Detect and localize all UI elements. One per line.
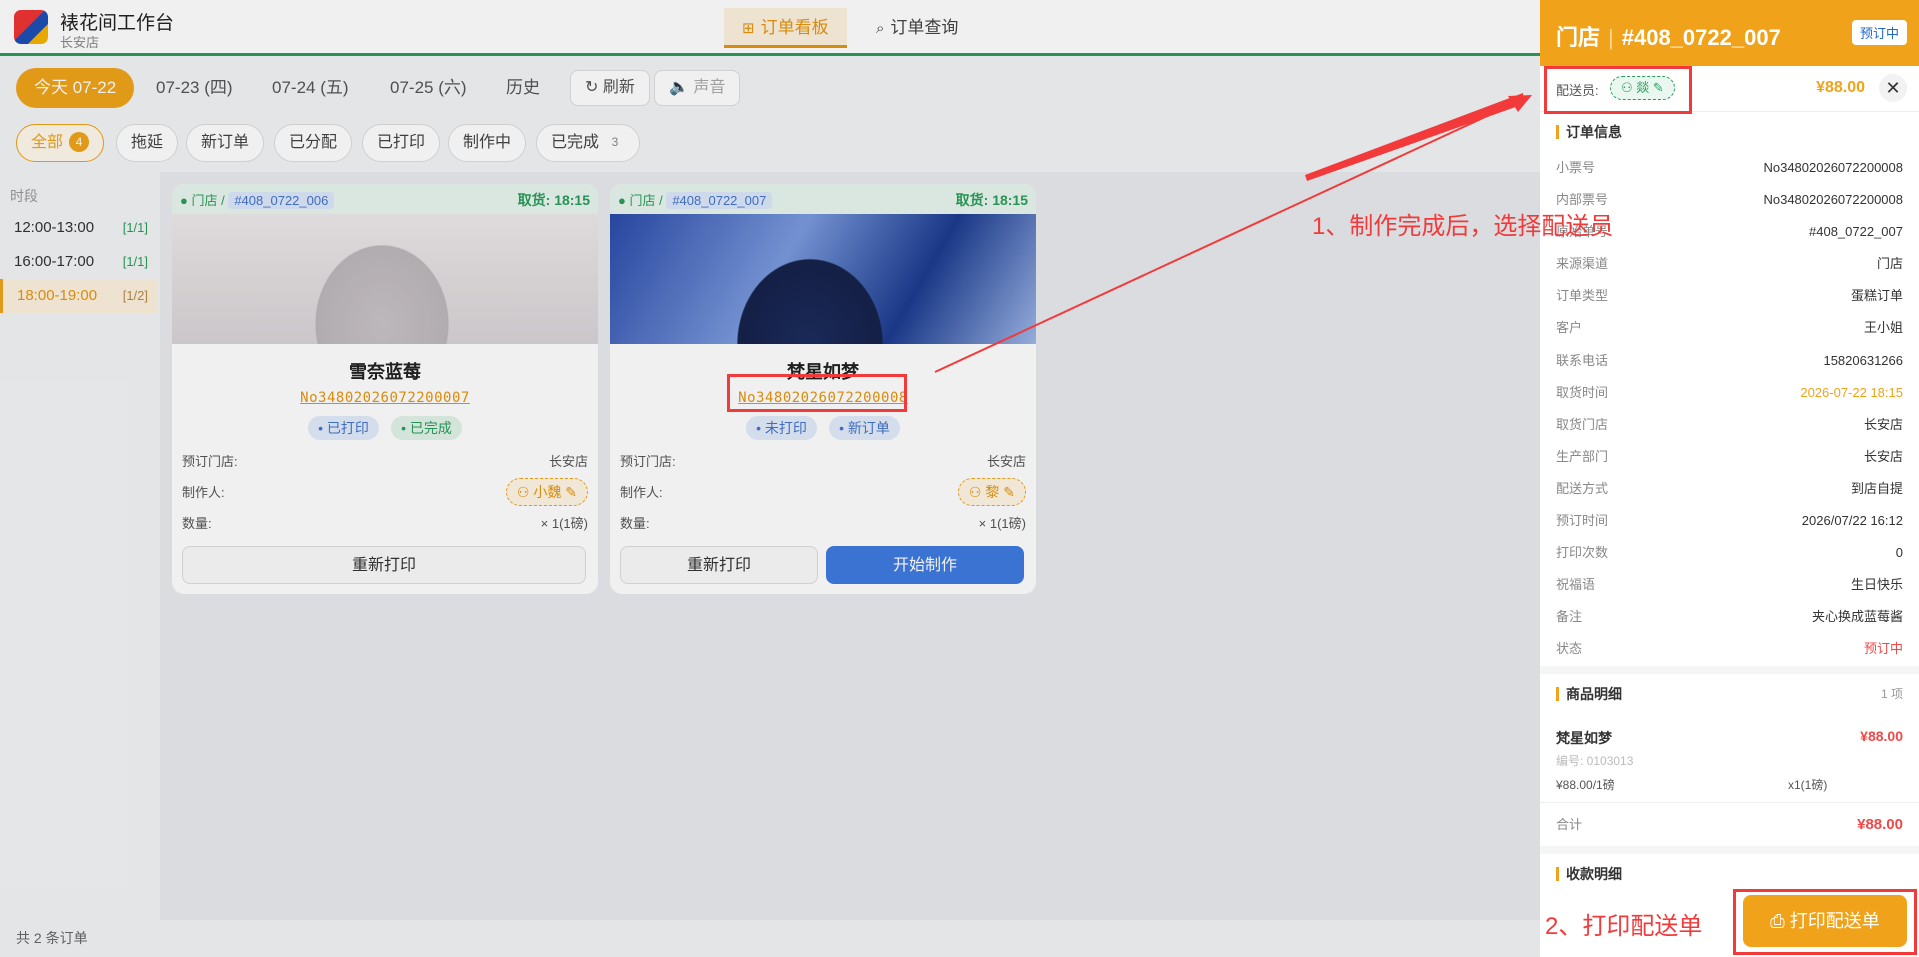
print-highlight-box: [1733, 889, 1917, 955]
courier-highlight-box: [1544, 66, 1692, 114]
annotation-step1: 1、制作完成后，选择配送员: [1312, 213, 1614, 240]
annotation-step2: 2、打印配送单: [1545, 913, 1703, 940]
annotation-arrows: [934, 93, 1532, 373]
ticket-highlight-box: [727, 374, 907, 412]
